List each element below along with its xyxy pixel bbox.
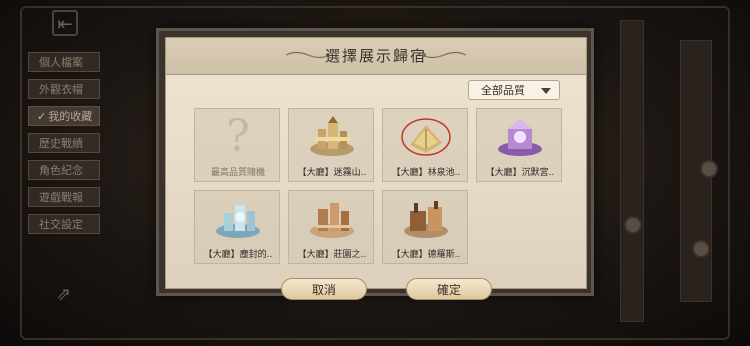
question-mark-icon: ? [226, 111, 250, 162]
hall-card-manor[interactable]: 【大廳】莊園之.. [288, 190, 374, 264]
cancel-button[interactable]: 取消 [281, 278, 367, 300]
manor-hall-icon [310, 203, 354, 238]
dialog-title-bar: 選擇展示歸宿 [166, 38, 586, 75]
hall-card-label: 【大廳】迷霧山.. [297, 168, 367, 178]
side-item-history[interactable]: 歷史戰績 [28, 133, 100, 153]
select-display-dialog: 選擇展示歸宿 全部品質 ? 最高品質隨機 【大廳】迷霧山.. 【大廳】林泉池..… [156, 28, 594, 300]
ice-city-icon [216, 205, 260, 238]
dialog-title: 選擇展示歸宿 [324, 47, 427, 65]
hall-card-label: 【大廳】莊園之.. [297, 250, 367, 260]
side-item-collection[interactable]: ✓ 我的收藏 [28, 106, 100, 126]
flourish-right-icon [421, 51, 467, 59]
right-decoration [600, 20, 730, 322]
hall-card-label: 最高品質隨機 [210, 168, 265, 178]
castle-hall-icon [310, 116, 354, 156]
hall-card-label: 【大廳】沉默宮.. [485, 168, 555, 178]
side-item-character[interactable]: 角色紀念 [28, 160, 100, 180]
hall-card-misty-mountain[interactable]: 【大廳】迷霧山.. [288, 108, 374, 182]
quality-filter-value: 全部品質 [481, 84, 525, 97]
side-item-profile[interactable]: 個人檔案 [28, 52, 100, 72]
side-item-report[interactable]: 遊戲戰報 [28, 187, 100, 207]
hall-card-label: 【大廳】林泉池.. [391, 168, 461, 178]
book-hall-icon [401, 118, 451, 156]
side-menu: 個人檔案 外觀衣帽 ✓ 我的收藏 歷史戰績 角色紀念 遊戲戰報 社交設定 [28, 52, 100, 241]
purple-palace-icon [498, 119, 542, 156]
hall-card-silent-palace[interactable]: 【大廳】沉默宮.. [476, 108, 562, 182]
side-item-outfit[interactable]: 外觀衣帽 [28, 79, 100, 99]
exit-icon[interactable]: ⇤ [52, 10, 78, 36]
check-icon: ✓ [37, 110, 47, 123]
hall-card-random[interactable]: ? 最高品質隨機 [194, 108, 280, 182]
chevron-down-icon [541, 88, 551, 94]
hall-card-dusty-city[interactable]: 【大廳】塵封的.. [194, 190, 280, 264]
hall-card-label: 【大廳】塵封的.. [203, 250, 273, 260]
side-item-social[interactable]: 社交設定 [28, 214, 100, 234]
hall-card-label: 【大廳】德羅斯.. [391, 250, 461, 260]
quality-filter-dropdown[interactable]: 全部品質 [468, 80, 560, 100]
confirm-button[interactable]: 確定 [406, 278, 492, 300]
hall-card-forest-spring[interactable]: 【大廳】林泉池.. [382, 108, 468, 182]
share-icon[interactable]: ⇗ [56, 284, 80, 305]
hall-card-deros[interactable]: 【大廳】德羅斯.. [382, 190, 468, 264]
factory-hall-icon [404, 201, 448, 238]
dialog-paper: 選擇展示歸宿 全部品質 ? 最高品質隨機 【大廳】迷霧山.. 【大廳】林泉池..… [165, 37, 587, 300]
